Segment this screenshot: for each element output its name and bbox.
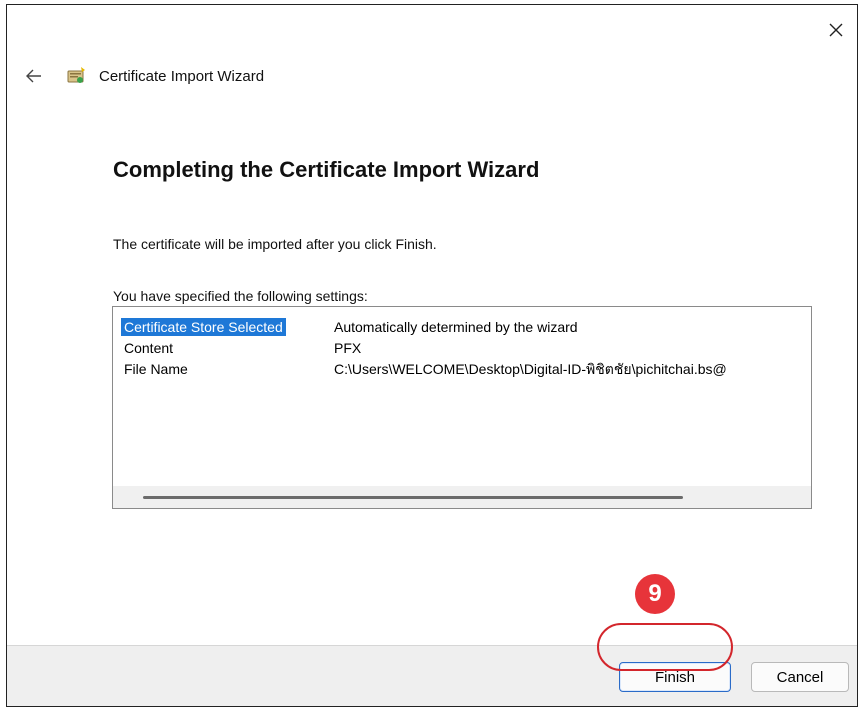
scrollbar-thumb[interactable] — [143, 496, 683, 499]
window-title: Certificate Import Wizard — [99, 67, 265, 85]
finish-button[interactable]: Finish — [619, 662, 731, 692]
back-button[interactable] — [21, 63, 47, 89]
setting-key: Content — [124, 340, 174, 356]
setting-value: C:\Users\WELCOME\Desktop\Digital-ID-พิชิ… — [334, 361, 727, 377]
wizard-dialog: Certificate Import Wizard Completing the… — [6, 4, 858, 707]
certificate-wizard-icon — [67, 67, 85, 83]
close-icon — [829, 23, 843, 37]
info-text: The certificate will be imported after y… — [113, 236, 437, 252]
step-number-badge: 9 — [635, 574, 675, 614]
button-bar: Finish Cancel — [7, 645, 857, 706]
settings-list[interactable]: Certificate Store Selected Automatically… — [112, 306, 812, 509]
setting-value: PFX — [334, 340, 362, 356]
setting-key: Certificate Store Selected — [121, 318, 286, 336]
settings-label: You have specified the following setting… — [113, 288, 368, 304]
cancel-button[interactable]: Cancel — [751, 662, 849, 692]
horizontal-scrollbar[interactable] — [113, 486, 811, 508]
page-title: Completing the Certificate Import Wizard — [113, 157, 540, 182]
back-arrow-icon — [26, 69, 41, 83]
wizard-header: Certificate Import Wizard — [21, 61, 264, 91]
close-button[interactable] — [819, 15, 853, 45]
setting-key: File Name — [124, 361, 188, 377]
setting-value: Automatically determined by the wizard — [334, 319, 578, 335]
